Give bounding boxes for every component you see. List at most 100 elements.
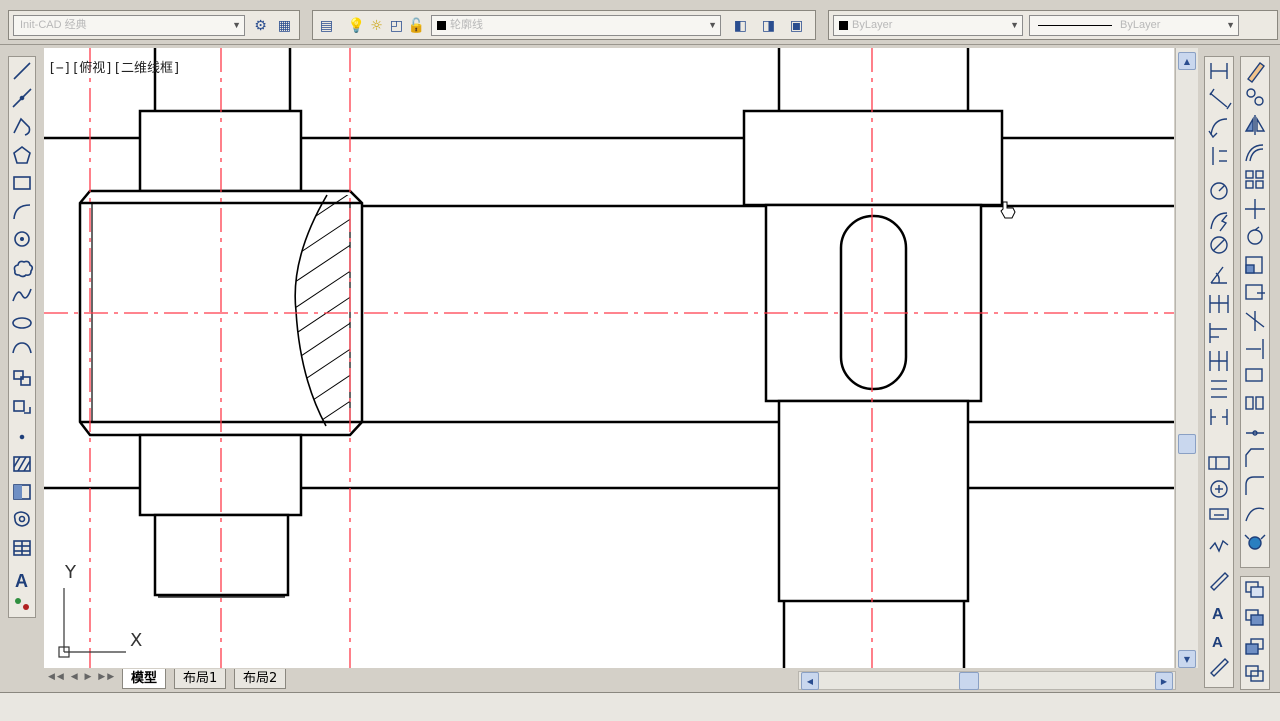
angular-icon[interactable]: [1210, 266, 1227, 284]
tab-layout1[interactable]: 布局1: [174, 669, 227, 689]
tab-nav-buttons[interactable]: ◀◀ ◀ ▶ ▶▶: [48, 672, 116, 682]
scroll-right-icon[interactable]: ▶: [1155, 672, 1173, 690]
gear-icon[interactable]: ⚙: [251, 16, 270, 35]
scroll-down-icon[interactable]: ▼: [1178, 650, 1196, 668]
array-icon[interactable]: [1245, 170, 1264, 189]
layer-dropdown[interactable]: 轮廓线 ▼: [431, 15, 721, 36]
rectangle-icon[interactable]: [13, 176, 31, 190]
extend-icon[interactable]: [1246, 339, 1264, 359]
baseline-icon[interactable]: [1209, 323, 1227, 343]
tab-model[interactable]: 模型: [122, 669, 167, 689]
drawing-area[interactable]: [−][俯视][二维线框] Y X: [44, 48, 1174, 668]
move-icon[interactable]: [1245, 199, 1265, 219]
make-current-icon[interactable]: ◧: [731, 16, 750, 35]
ellipse-icon[interactable]: [12, 317, 32, 329]
polyline-icon[interactable]: [13, 117, 31, 136]
erase-icon[interactable]: [1247, 62, 1265, 83]
space-icon[interactable]: [1211, 380, 1227, 398]
table-icon[interactable]: [13, 540, 31, 556]
draw-order-toolbar: [1240, 576, 1270, 690]
gradient-icon[interactable]: [13, 484, 31, 500]
point-icon[interactable]: [19, 434, 25, 440]
dim-style-icon[interactable]: [1210, 658, 1229, 677]
chevron-down-icon: ▼: [232, 20, 241, 30]
dim-edit-icon[interactable]: [1210, 572, 1229, 591]
linear-dimension-icon[interactable]: [1210, 63, 1228, 79]
command-line[interactable]: [0, 692, 1280, 721]
break-at-point-icon[interactable]: [1245, 368, 1263, 382]
spline-icon[interactable]: [12, 288, 32, 302]
draw-order-icon[interactable]: [1245, 581, 1264, 598]
modify-toolbar: [1240, 56, 1270, 568]
mirror-icon[interactable]: [1244, 115, 1266, 135]
viewport-freeze-icon[interactable]: ◰: [387, 16, 406, 35]
fillet-icon[interactable]: [1245, 476, 1264, 495]
offset-icon[interactable]: [1245, 144, 1264, 162]
ordinate-icon[interactable]: [1212, 147, 1227, 165]
center-mark-icon[interactable]: [1210, 480, 1228, 498]
workspace-dropdown[interactable]: Init-CAD 经典 ▼: [13, 15, 245, 36]
tolerance-icon[interactable]: [1208, 456, 1230, 470]
rotate-icon[interactable]: [1247, 226, 1263, 245]
freeze-icon[interactable]: ☼: [367, 16, 386, 35]
continue-icon[interactable]: [1209, 351, 1228, 371]
inspection-icon[interactable]: [1209, 508, 1229, 520]
scroll-left-icon[interactable]: ◀: [801, 672, 819, 690]
color-dropdown[interactable]: ByLayer ▼: [833, 15, 1023, 36]
scroll-up-icon[interactable]: ▲: [1178, 52, 1196, 70]
explode-icon[interactable]: [1244, 534, 1266, 550]
line-icon[interactable]: [13, 62, 31, 80]
dim-update-icon[interactable]: A: [1212, 634, 1223, 651]
jogged-icon[interactable]: [1210, 212, 1228, 232]
above-object-icon[interactable]: [1245, 665, 1264, 682]
circle-icon[interactable]: [14, 231, 30, 247]
layer-manager-icon[interactable]: ▤: [317, 16, 336, 35]
make-block-icon[interactable]: [13, 400, 31, 414]
break-icon[interactable]: [1210, 409, 1228, 425]
scale-icon[interactable]: [1245, 256, 1263, 274]
hand-cursor-icon: [1000, 201, 1016, 219]
hatch-icon[interactable]: [13, 456, 31, 472]
lock-icon[interactable]: 🔓: [407, 16, 426, 35]
diameter-icon[interactable]: [1210, 236, 1228, 254]
radius-icon[interactable]: [1210, 182, 1228, 200]
arc-length-icon[interactable]: [1208, 118, 1228, 139]
layer-on-icon[interactable]: 💡: [347, 16, 366, 35]
horizontal-scrollbar[interactable]: ◀ ▶: [798, 671, 1176, 690]
mtext-icon[interactable]: A: [15, 571, 28, 591]
vertical-scrollbar[interactable]: ▲ ▼: [1175, 48, 1198, 668]
customize-icon[interactable]: ▦: [275, 16, 294, 35]
layer-states-icon[interactable]: ▣: [787, 16, 806, 35]
quick-dimension-icon[interactable]: [1209, 295, 1229, 313]
modify-toolbar-icons: [1244, 62, 1266, 550]
ucs-x-label: X: [130, 630, 143, 651]
chevron-down-icon: ▼: [708, 20, 717, 30]
bring-front-icon[interactable]: [1245, 609, 1264, 626]
insert-block-icon[interactable]: [13, 370, 31, 386]
add-selected-icon[interactable]: [15, 598, 29, 610]
revision-cloud-icon[interactable]: [13, 260, 34, 278]
dim-text-edit-icon[interactable]: A: [1212, 606, 1224, 623]
tab-layout2[interactable]: 布局2: [234, 669, 287, 689]
polygon-icon[interactable]: [13, 146, 31, 164]
ellipse-arc-icon[interactable]: [12, 342, 32, 354]
copy-icon[interactable]: [1246, 88, 1264, 106]
send-back-icon[interactable]: [1245, 638, 1264, 655]
scroll-thumb[interactable]: [1178, 434, 1196, 454]
aligned-dimension-icon[interactable]: [1209, 88, 1232, 110]
properties-toolbar: ByLayer ▼ ByLayer ▼: [828, 10, 1278, 40]
blend-icon[interactable]: [1245, 507, 1265, 522]
linetype-dropdown[interactable]: ByLayer ▼: [1029, 15, 1239, 36]
viewport-label[interactable]: [−][俯视][二维线框]: [48, 57, 181, 76]
chamfer-icon[interactable]: [1245, 448, 1264, 467]
stretch-icon[interactable]: [1245, 284, 1265, 300]
construction-line-icon[interactable]: [12, 88, 32, 108]
region-icon[interactable]: [13, 511, 30, 527]
trim-icon[interactable]: [1245, 311, 1265, 331]
layer-previous-icon[interactable]: ◨: [759, 16, 778, 35]
join-icon[interactable]: [1246, 430, 1264, 436]
jogged-linear-icon[interactable]: [1209, 539, 1229, 553]
break-icon[interactable]: [1245, 396, 1264, 410]
arc-icon[interactable]: [13, 204, 31, 220]
scroll-thumb[interactable]: [959, 672, 979, 690]
